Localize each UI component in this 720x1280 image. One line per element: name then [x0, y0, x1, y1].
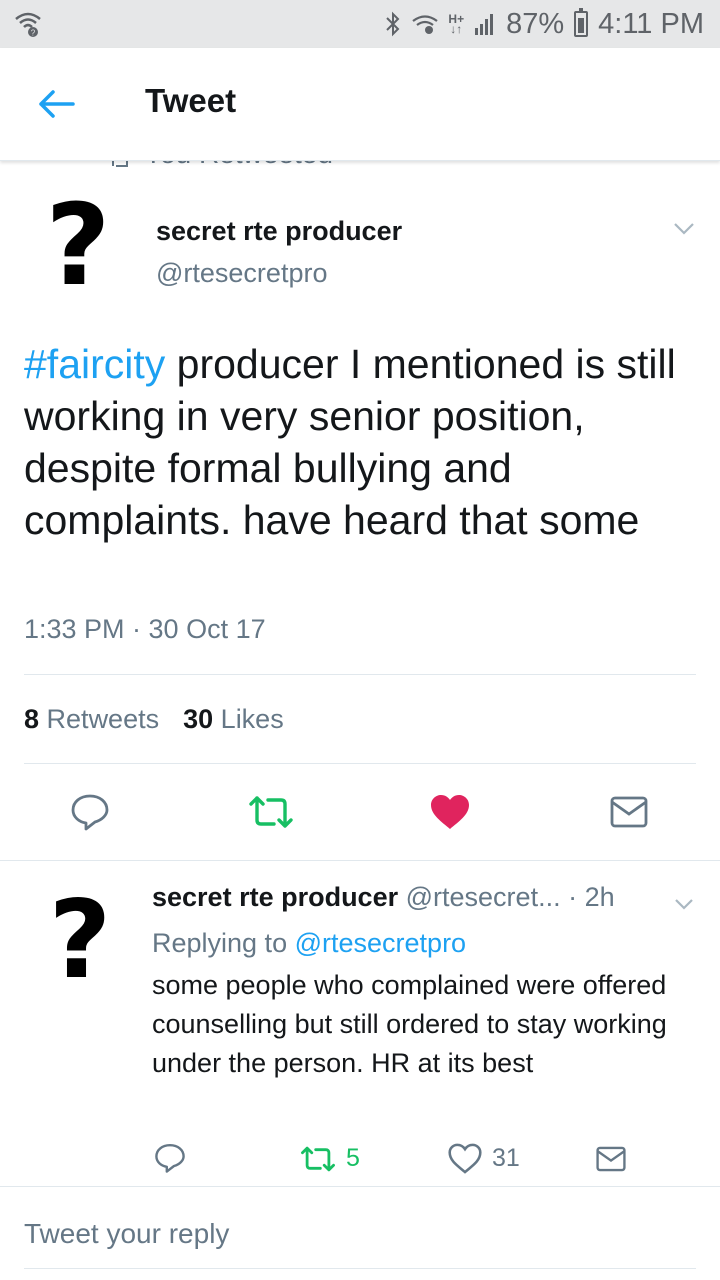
replying-to: Replying to @rtesecretpro — [152, 928, 467, 958]
tweet-timestamp: 1:33 PM · 30 Oct 17 — [24, 614, 266, 644]
hashtag-link[interactable]: #faircity — [24, 341, 165, 387]
share-dm-button[interactable] — [610, 796, 648, 828]
heart-icon — [431, 795, 469, 829]
reply-author-handle[interactable]: @rtesecret... — [406, 882, 561, 912]
reply-avatar[interactable]: ? — [28, 878, 132, 1003]
signal-icon — [475, 14, 494, 35]
retweets-stat[interactable]: 8 Retweets — [24, 704, 159, 735]
reply-reply-button[interactable] — [154, 1142, 186, 1174]
network-type: H+ ↓↑ — [448, 12, 465, 36]
author-handle[interactable]: @rtesecretpro — [156, 258, 327, 289]
tweet-stats: 8 Retweets 30 Likes — [24, 704, 284, 735]
avatar[interactable]: ? — [24, 181, 132, 311]
reply-retweet-button[interactable]: 5 — [300, 1144, 360, 1173]
replying-to-link[interactable]: @rtesecretpro — [295, 928, 466, 958]
like-button[interactable] — [430, 794, 470, 830]
back-arrow-icon — [39, 90, 75, 118]
clock: 4:11 PM — [598, 7, 704, 40]
reply-button[interactable] — [70, 792, 110, 832]
app-bar: Tweet — [0, 48, 720, 161]
retweet-button[interactable] — [248, 794, 294, 830]
chevron-down-icon[interactable] — [672, 892, 696, 916]
bluetooth-icon — [386, 11, 400, 37]
mail-icon — [596, 1146, 626, 1172]
reply-icon — [71, 794, 109, 831]
status-bar: ? H+ ↓↑ 87% 4:11 PM — [0, 0, 720, 48]
divider — [24, 674, 696, 675]
retweet-icon — [301, 1146, 335, 1171]
reply-header: secret rte producer @rtesecret... · 2h — [152, 882, 672, 913]
reply-compose-input[interactable]: Tweet your reply — [24, 1218, 229, 1250]
wifi-small-icon — [412, 15, 439, 34]
author-name[interactable]: secret rte producer — [156, 216, 402, 247]
reply-like-button[interactable]: 31 — [448, 1143, 520, 1174]
mail-icon — [610, 796, 648, 828]
battery-icon — [574, 8, 589, 37]
page-title: Tweet — [145, 82, 237, 119]
reply-time: · 2h — [568, 882, 615, 912]
reply-share-button[interactable] — [596, 1146, 626, 1172]
reply-author-name[interactable]: secret rte producer — [152, 882, 398, 912]
reply-like-count: 31 — [492, 1144, 520, 1172]
back-button[interactable] — [34, 84, 78, 124]
compose-underline — [24, 1268, 696, 1269]
wifi-icon: ? — [15, 12, 41, 38]
divider — [0, 1186, 720, 1187]
reply-text: some people who complained were offered … — [152, 970, 667, 1078]
retweet-icon — [249, 796, 293, 828]
battery-percent: 87% — [506, 7, 565, 40]
chevron-down-icon[interactable] — [672, 216, 696, 240]
reply-icon — [155, 1144, 185, 1173]
divider — [0, 860, 720, 861]
likes-stat[interactable]: 30 Likes — [183, 704, 284, 735]
tweet-text: #faircity producer I mentioned is still … — [24, 338, 694, 546]
svg-text:?: ? — [31, 29, 36, 38]
divider — [24, 763, 696, 764]
heart-outline-icon — [448, 1143, 482, 1174]
reply-retweet-count: 5 — [346, 1144, 360, 1172]
